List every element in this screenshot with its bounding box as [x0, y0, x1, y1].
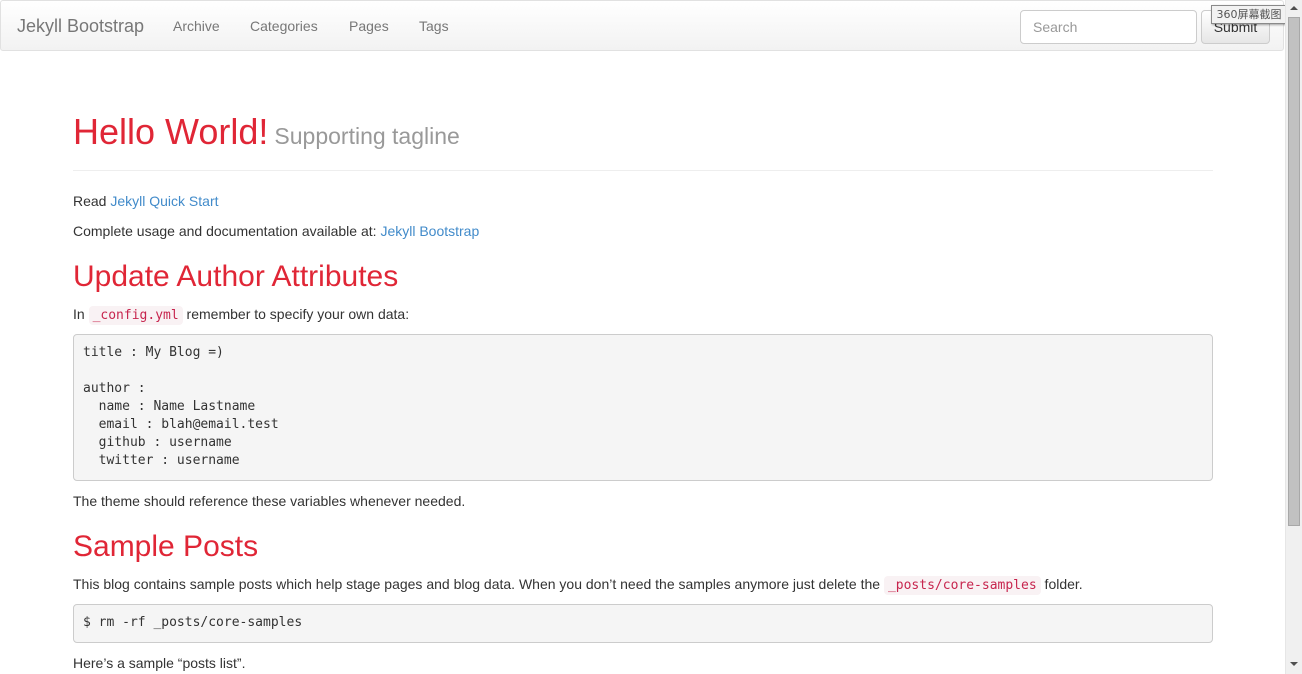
posts-section-heading: Sample Posts: [73, 530, 259, 563]
nav-pages[interactable]: Pages: [349, 18, 389, 34]
vertical-scrollbar[interactable]: [1285, 0, 1302, 674]
remove-command-block: $ rm -rf _posts/core-samples: [73, 604, 1213, 643]
config-prefix: In: [73, 306, 89, 322]
page-header: Hello World! Supporting tagline: [73, 110, 1213, 171]
nav-tags[interactable]: Tags: [419, 18, 449, 34]
page-title: Hello World! Supporting tagline: [73, 110, 460, 158]
screenshot-tool-stamp: 360屏幕截图: [1211, 5, 1287, 24]
search-input[interactable]: [1020, 10, 1197, 44]
config-suffix: remember to specify your own data:: [182, 306, 410, 322]
posts-list-note: Here’s a sample “posts list”.: [73, 655, 246, 671]
quick-start-link[interactable]: Jekyll Quick Start: [110, 193, 218, 209]
nav-archive[interactable]: Archive: [173, 18, 220, 34]
author-section-heading: Update Author Attributes: [73, 260, 399, 293]
brand-link[interactable]: Jekyll Bootstrap: [17, 16, 144, 37]
posts-folder-code: _posts/core-samples: [883, 576, 1041, 595]
author-config-code-block: title : My Blog =) author : name : Name …: [73, 334, 1213, 481]
posts-description: This blog contains sample posts which he…: [73, 574, 1083, 596]
intro-read-line: Read Jekyll Quick Start: [73, 191, 219, 211]
jekyll-bootstrap-link[interactable]: Jekyll Bootstrap: [380, 223, 479, 239]
author-config-line: In _config.yml remember to specify your …: [73, 304, 409, 326]
config-file-code: _config.yml: [88, 306, 183, 325]
docs-prefix: Complete usage and documentation availab…: [73, 223, 381, 239]
scrollbar-thumb[interactable]: [1288, 17, 1300, 526]
read-prefix: Read: [73, 193, 111, 209]
theme-note: The theme should reference these variabl…: [73, 493, 466, 509]
scroll-up-icon[interactable]: [1290, 6, 1298, 10]
page-title-text: Hello World!: [73, 111, 269, 152]
scroll-down-icon[interactable]: [1290, 662, 1298, 666]
nav-categories[interactable]: Categories: [250, 18, 318, 34]
navbar: Jekyll Bootstrap Archive Categories Page…: [0, 0, 1284, 51]
page-tagline: Supporting tagline: [274, 123, 460, 149]
posts-desc-prefix: This blog contains sample posts which he…: [73, 576, 884, 592]
posts-desc-suffix: folder.: [1040, 576, 1083, 592]
intro-docs-line: Complete usage and documentation availab…: [73, 221, 479, 241]
